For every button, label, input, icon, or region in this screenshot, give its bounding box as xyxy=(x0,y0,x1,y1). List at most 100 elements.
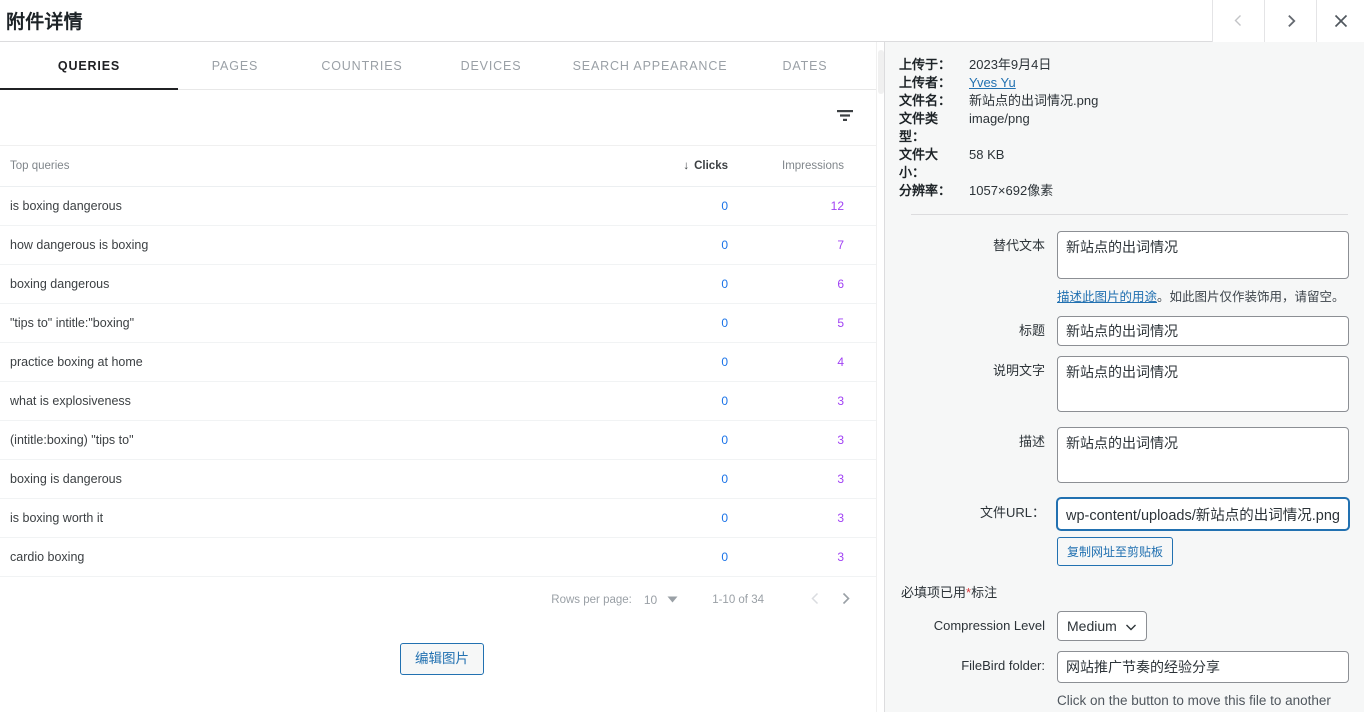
pagination-next-button[interactable] xyxy=(830,592,860,608)
copy-url-button[interactable]: 复制网址至剪贴板 xyxy=(1057,537,1174,566)
cell-clicks: 0 xyxy=(600,186,750,226)
file-url-control: 复制网址至剪贴板 xyxy=(1057,498,1350,566)
table-row[interactable]: cardio boxing 0 3 xyxy=(0,537,884,577)
caption-input[interactable] xyxy=(1057,356,1349,412)
pagination-previous-button[interactable] xyxy=(800,592,830,608)
impressions-value: 5 xyxy=(837,315,844,330)
queries-table-body: is boxing dangerous 0 12 how dangerous i… xyxy=(0,186,884,577)
table-row[interactable]: boxing dangerous 0 6 xyxy=(0,264,884,304)
previous-attachment-button[interactable] xyxy=(1212,0,1264,42)
chevron-down-icon xyxy=(1125,618,1137,634)
file-url-input[interactable] xyxy=(1057,498,1349,530)
metadata-value: 2023年9月4日 xyxy=(969,57,1052,72)
alt-text-hint-link[interactable]: 描述此图片的用途 xyxy=(1057,290,1157,304)
table-pagination: Rows per page: 10 1-10 of 34 xyxy=(0,577,884,623)
caption-label: 说明文字 xyxy=(992,363,1045,378)
uploader-link[interactable]: Yves Yu xyxy=(969,75,1016,90)
chevron-left-icon xyxy=(1232,14,1245,27)
report-tabs: QUERIES PAGES COUNTRIES DEVICES SEARCH A… xyxy=(0,42,884,90)
impressions-value: 12 xyxy=(830,198,844,213)
alt-text-input[interactable] xyxy=(1057,231,1349,279)
clicks-value: 0 xyxy=(721,393,728,408)
tab-pages[interactable]: PAGES xyxy=(178,42,292,89)
metadata-key: 分辨率： xyxy=(899,183,952,198)
clicks-value: 0 xyxy=(721,432,728,447)
column-header-impressions[interactable]: Impressions xyxy=(750,146,884,187)
field-alt-text: 替代文本 描述此图片的用途。如此图片仅作装饰用，请留空。 xyxy=(899,231,1350,306)
alt-text-label: 替代文本 xyxy=(992,238,1045,253)
cell-query: how dangerous is boxing xyxy=(0,225,600,265)
clicks-value: 0 xyxy=(721,471,728,486)
column-header-top-queries[interactable]: Top queries xyxy=(0,146,600,187)
clicks-value: 0 xyxy=(721,549,728,564)
close-button[interactable] xyxy=(1316,0,1364,42)
impressions-value: 4 xyxy=(837,354,844,369)
clicks-value: 0 xyxy=(721,198,728,213)
clicks-value: 0 xyxy=(721,276,728,291)
modal-header: 附件详情 xyxy=(0,0,1364,42)
page-title: 附件详情 xyxy=(6,12,83,33)
tab-queries[interactable]: QUERIES xyxy=(0,42,178,90)
cell-query: is boxing dangerous xyxy=(0,186,600,226)
filebird-folder-label: FileBird folder: xyxy=(961,658,1045,673)
table-row[interactable]: "tips to" intitle:"boxing" 0 5 xyxy=(0,303,884,343)
tab-pages-label: PAGES xyxy=(211,58,259,73)
tab-dates-label: DATES xyxy=(782,58,828,73)
metadata-key: 文件类型： xyxy=(899,111,939,144)
alt-text-control: 描述此图片的用途。如此图片仅作装饰用，请留空。 xyxy=(1057,231,1357,306)
cell-clicks: 0 xyxy=(600,342,750,382)
field-caption: 说明文字 xyxy=(899,356,1350,417)
filter-list-icon[interactable] xyxy=(834,107,856,128)
compression-level-select[interactable]: Medium xyxy=(1057,611,1147,641)
table-row[interactable]: what is explosiveness 0 3 xyxy=(0,381,884,421)
tab-search-appearance[interactable]: SEARCH APPEARANCE xyxy=(550,42,750,89)
tab-countries[interactable]: COUNTRIES xyxy=(292,42,432,89)
clicks-value: 0 xyxy=(721,237,728,252)
table-row[interactable]: is boxing dangerous 0 12 xyxy=(0,186,884,226)
chevron-down-icon xyxy=(667,594,678,606)
field-filebird-folder: FileBird folder: Click on the button to … xyxy=(899,651,1350,712)
impressions-value: 3 xyxy=(837,393,844,408)
required-note-suffix: 标注 xyxy=(971,585,998,600)
cell-impressions: 3 xyxy=(750,498,884,538)
attachment-details-panel: 上传于： 2023年9月4日 上传者： Yves Yu 文件名： 新站点的出词情… xyxy=(884,42,1364,712)
header-actions xyxy=(1212,0,1364,42)
cell-query: is boxing worth it xyxy=(0,498,600,538)
tab-queries-label: QUERIES xyxy=(57,58,121,73)
column-header-clicks[interactable]: ↓ Clicks xyxy=(600,146,750,187)
filebird-folder-control: Click on the button to move this file to… xyxy=(1057,651,1350,712)
impressions-value: 7 xyxy=(837,237,844,252)
cell-query: what is explosiveness xyxy=(0,381,600,421)
left-pane-scrollbar[interactable] xyxy=(876,42,884,712)
cell-clicks: 0 xyxy=(600,537,750,577)
edit-image-button[interactable]: 编辑图片 xyxy=(400,642,484,675)
table-row[interactable]: practice boxing at home 0 4 xyxy=(0,342,884,382)
metadata-key: 上传于： xyxy=(899,57,952,72)
table-row[interactable]: (intitle:boxing) "tips to" 0 3 xyxy=(0,420,884,460)
title-input[interactable] xyxy=(1057,316,1349,346)
cell-clicks: 0 xyxy=(600,498,750,538)
caption-control xyxy=(1057,356,1350,417)
cell-clicks: 0 xyxy=(600,381,750,421)
metadata-key: 上传者： xyxy=(899,75,952,90)
tab-devices[interactable]: DEVICES xyxy=(432,42,550,89)
next-attachment-button[interactable] xyxy=(1264,0,1316,42)
cell-query: practice boxing at home xyxy=(0,342,600,382)
description-input[interactable] xyxy=(1057,427,1349,483)
filebird-folder-input[interactable] xyxy=(1057,651,1349,683)
rows-per-page-label: Rows per page: xyxy=(551,593,632,606)
cell-impressions: 3 xyxy=(750,537,884,577)
column-header-impressions-label: Impressions xyxy=(782,159,844,172)
table-row[interactable]: how dangerous is boxing 0 7 xyxy=(0,225,884,265)
chevron-right-icon xyxy=(1284,14,1298,28)
close-icon xyxy=(1334,14,1348,28)
table-row[interactable]: boxing is dangerous 0 3 xyxy=(0,459,884,499)
table-row[interactable]: is boxing worth it 0 3 xyxy=(0,498,884,538)
description-control xyxy=(1057,427,1350,488)
cell-clicks: 0 xyxy=(600,303,750,343)
tab-dates[interactable]: DATES xyxy=(750,42,860,89)
rows-per-page-select[interactable]: 10 xyxy=(644,593,678,607)
cell-query: cardio boxing xyxy=(0,537,600,577)
cell-clicks: 0 xyxy=(600,264,750,304)
metadata-dimensions: 分辨率： 1057×692像素 xyxy=(899,182,1350,200)
